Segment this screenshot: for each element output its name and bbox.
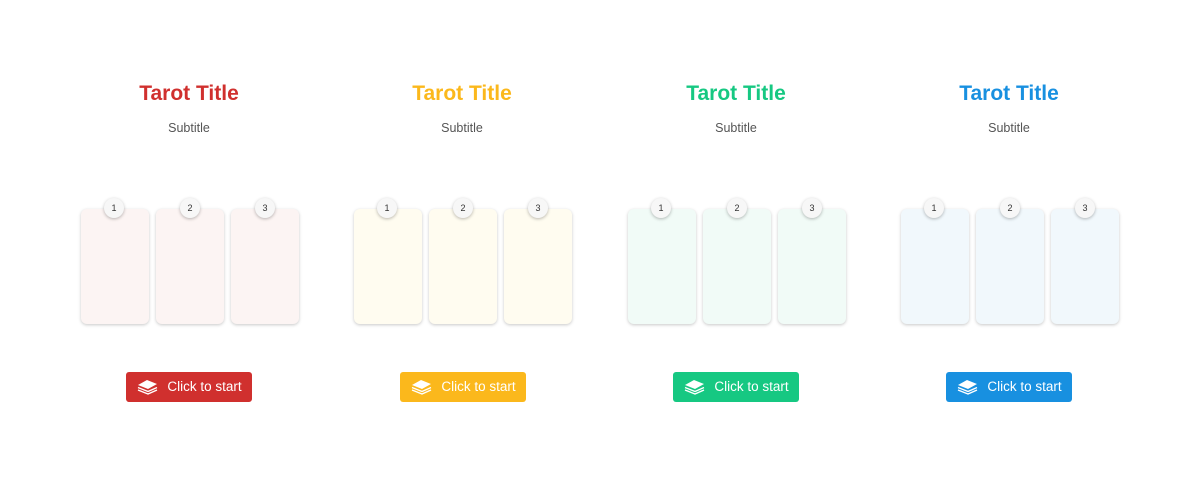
tarot-page: Tarot Title Subtitle 1 2 3 Click to star… (0, 0, 1200, 499)
tarot-panel-green: Tarot Title Subtitle 1 2 3 Click to star… (616, 0, 856, 499)
tarot-card-slot[interactable]: 3 (504, 198, 572, 324)
tarot-card-slot[interactable]: 3 (1051, 198, 1119, 324)
tarot-card-slot[interactable]: 2 (156, 198, 224, 324)
tarot-subtitle: Subtitle (988, 121, 1030, 135)
tarot-panel-blue: Tarot Title Subtitle 1 2 3 Click to star… (889, 0, 1129, 499)
tarot-card-slot[interactable]: 1 (628, 198, 696, 324)
tarot-title: Tarot Title (686, 82, 786, 105)
cards-icon (958, 380, 978, 395)
cards-icon (685, 380, 705, 395)
card-number-badge: 2 (453, 198, 473, 218)
card-number-badge: 2 (180, 198, 200, 218)
card-spread: 1 2 3 (354, 198, 574, 325)
tarot-card-slot[interactable]: 1 (81, 198, 149, 324)
tarot-subtitle: Subtitle (168, 121, 210, 135)
card-number-badge: 2 (1000, 198, 1020, 218)
tarot-subtitle: Subtitle (715, 121, 757, 135)
tarot-card-slot[interactable]: 2 (703, 198, 771, 324)
tarot-panel-red: Tarot Title Subtitle 1 2 3 Click to star… (69, 0, 309, 499)
card-spread: 1 2 3 (901, 198, 1121, 325)
start-button-label: Click to start (441, 379, 516, 394)
card-number-badge: 3 (1075, 198, 1095, 218)
tarot-card-slot[interactable]: 1 (901, 198, 969, 324)
card-number-badge: 3 (802, 198, 822, 218)
start-button[interactable]: Click to start (126, 372, 252, 402)
card-spread: 1 2 3 (628, 198, 848, 325)
card-number-badge: 1 (924, 198, 944, 218)
cards-icon (138, 380, 158, 395)
card-number-badge: 3 (255, 198, 275, 218)
card-number-badge: 1 (377, 198, 397, 218)
tarot-title: Tarot Title (959, 82, 1059, 105)
start-button[interactable]: Click to start (673, 372, 799, 402)
start-button[interactable]: Click to start (946, 372, 1072, 402)
card-number-badge: 1 (651, 198, 671, 218)
tarot-subtitle: Subtitle (441, 121, 483, 135)
card-number-badge: 1 (104, 198, 124, 218)
start-button[interactable]: Click to start (400, 372, 526, 402)
card-spread: 1 2 3 (81, 198, 301, 325)
card-number-badge: 2 (727, 198, 747, 218)
tarot-card-slot[interactable]: 3 (231, 198, 299, 324)
tarot-card-slot[interactable]: 2 (976, 198, 1044, 324)
start-button-label: Click to start (714, 379, 789, 394)
start-button-label: Click to start (987, 379, 1062, 394)
tarot-panel-yellow: Tarot Title Subtitle 1 2 3 Click to star… (342, 0, 582, 499)
start-button-label: Click to start (167, 379, 242, 394)
cards-icon (412, 380, 432, 395)
tarot-card-slot[interactable]: 2 (429, 198, 497, 324)
card-number-badge: 3 (528, 198, 548, 218)
tarot-title: Tarot Title (139, 82, 239, 105)
tarot-title: Tarot Title (412, 82, 512, 105)
tarot-card-slot[interactable]: 1 (354, 198, 422, 324)
tarot-card-slot[interactable]: 3 (778, 198, 846, 324)
